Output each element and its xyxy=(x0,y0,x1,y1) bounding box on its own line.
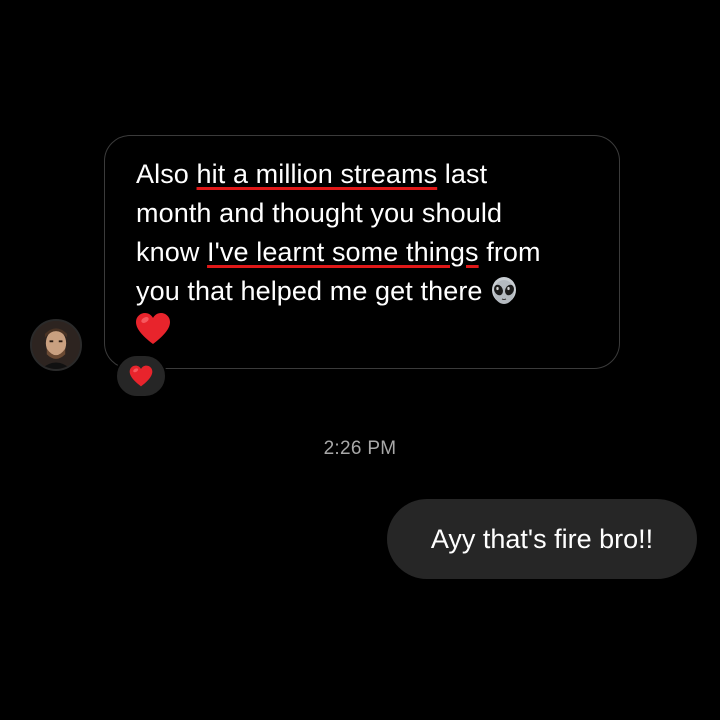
avatar-photo xyxy=(32,321,80,369)
red-heart-emoji-icon xyxy=(136,313,170,344)
heart-reaction-badge[interactable] xyxy=(115,354,167,398)
underlined-phrase: I've learnt some things xyxy=(207,237,479,267)
alien-emoji-icon xyxy=(491,277,516,304)
incoming-message-text: Also hit a million streams last month an… xyxy=(136,155,616,311)
outgoing-message-text: Ayy that's fire bro!! xyxy=(430,523,654,554)
message-line-2: month and thought you should xyxy=(136,198,503,228)
incoming-message-bubble[interactable]: Also hit a million streams last month an… xyxy=(104,135,620,369)
sender-avatar[interactable] xyxy=(30,319,82,371)
outgoing-message-bubble[interactable]: Ayy that's fire bro!! xyxy=(387,499,697,579)
message-line-4: you that helped me get there xyxy=(136,272,616,311)
message-timestamp: 2:26 PM xyxy=(323,438,397,459)
red-heart-emoji-icon xyxy=(129,365,153,387)
message-line-1: Also hit a million streams last xyxy=(136,159,488,189)
underlined-phrase: hit a million streams xyxy=(196,159,438,189)
message-line-3: know I've learnt some things from xyxy=(136,237,541,267)
